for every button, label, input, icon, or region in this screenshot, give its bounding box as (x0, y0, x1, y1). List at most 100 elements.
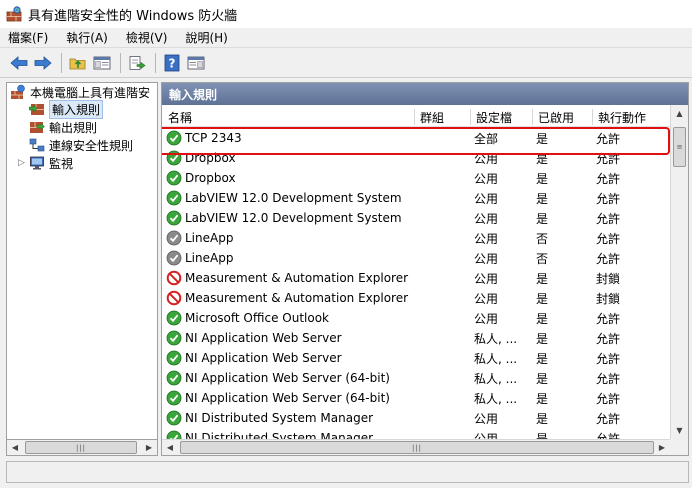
tree-root-local-computer[interactable]: 本機電腦上具有進階安 (10, 83, 150, 101)
rule-enabled: 是 (536, 271, 549, 286)
tree-item-outbound-rules[interactable]: 輸出規則 (29, 118, 97, 136)
scroll-right-arrow-icon[interactable]: ▶ (141, 440, 157, 455)
table-row[interactable]: NI Application Web Server (64-bit) 私人, ..… (162, 388, 670, 408)
scrollbar-thumb[interactable]: ||| (180, 441, 654, 454)
rule-name: NI Application Web Server (64-bit) (185, 391, 390, 405)
column-header-name[interactable]: 名稱 (162, 107, 414, 127)
toolbar-separator (155, 52, 156, 73)
rule-profile: 公用 (474, 311, 499, 326)
table-row[interactable]: Microsoft Office Outlook 公用 是 允許 (162, 308, 670, 328)
menu-action[interactable]: 執行(A) (66, 29, 108, 46)
menu-view[interactable]: 檢視(V) (126, 29, 168, 46)
allow-disabled-icon (166, 250, 182, 266)
rule-name-cell: LineApp (166, 228, 233, 248)
back-button[interactable] (8, 52, 30, 74)
table-row[interactable]: LabVIEW 12.0 Development System 公用 是 允許 (162, 208, 670, 228)
rule-profile: 私人, ... (474, 331, 518, 346)
rule-profile: 公用 (474, 191, 499, 206)
rule-enabled: 是 (536, 291, 549, 306)
help-icon: ? (164, 54, 180, 71)
console-tree: 本機電腦上具有進階安 輸入規則 輸出規則 連線安全性規則 ▷ 監視 (6, 82, 158, 456)
tree-item-connection-security-rules[interactable]: 連線安全性規則 (29, 136, 133, 154)
tree-item-monitoring[interactable]: 監視 (29, 154, 73, 172)
scrollbar-corner (670, 439, 688, 455)
up-one-level-button[interactable] (67, 52, 89, 74)
table-row[interactable]: Measurement & Automation Explorer 公用 是 封鎖 (162, 288, 670, 308)
scrollbar-thumb[interactable]: ||| (25, 441, 137, 454)
rule-name: Dropbox (185, 171, 236, 185)
column-header-profile[interactable]: 設定檔 (470, 107, 532, 127)
table-row[interactable]: Dropbox 公用 是 允許 (162, 168, 670, 188)
expand-arrow-icon[interactable]: ▷ (18, 158, 25, 168)
rule-action: 允許 (596, 371, 621, 386)
tree-item-label: 監視 (49, 156, 74, 171)
rule-name: LabVIEW 12.0 Development System (185, 191, 402, 205)
rule-action: 允許 (596, 391, 621, 406)
rules-vertical-scrollbar[interactable]: ▲ ≡ ▼ (670, 105, 688, 439)
rule-name-cell: NI Application Web Server (64-bit) (166, 368, 390, 388)
rule-action: 允許 (596, 331, 621, 346)
table-row[interactable]: LineApp 公用 否 允許 (162, 248, 670, 268)
rule-enabled: 是 (536, 371, 549, 386)
menu-file[interactable]: 檔案(F) (8, 29, 48, 46)
rule-name: NI Application Web Server (64-bit) (185, 371, 390, 385)
rule-action: 允許 (596, 351, 621, 366)
rule-profile: 公用 (474, 411, 499, 426)
scroll-left-arrow-icon[interactable]: ◀ (7, 440, 23, 455)
block-icon (166, 270, 182, 286)
menu-help[interactable]: 說明(H) (185, 29, 227, 46)
column-header-action[interactable]: 執行動作 (592, 107, 670, 127)
table-row[interactable]: NI Application Web Server 私人, ... 是 允許 (162, 348, 670, 368)
window-title: 具有進階安全性的 Windows 防火牆 (28, 8, 238, 24)
rule-name-cell: Dropbox (166, 168, 236, 188)
rule-action: 允許 (596, 311, 621, 326)
pane-title: 輸入規則 (162, 83, 688, 105)
table-row[interactable]: LabVIEW 12.0 Development System 公用 是 允許 (162, 188, 670, 208)
allow-enabled-icon (166, 170, 182, 186)
rule-action: 封鎖 (596, 291, 621, 306)
rule-action: 允許 (596, 251, 621, 266)
export-list-button[interactable] (126, 52, 148, 74)
show-hide-tree-icon (93, 56, 111, 69)
show-hide-action-pane-button[interactable] (185, 52, 207, 74)
rule-name: LineApp (185, 231, 234, 245)
up-folder-icon (69, 58, 86, 69)
rule-name: LineApp (185, 251, 234, 265)
rule-action: 允許 (596, 211, 621, 226)
scroll-left-arrow-icon[interactable]: ◀ (162, 440, 178, 455)
show-hide-console-tree-button[interactable] (91, 52, 113, 74)
rule-profile: 公用 (474, 271, 499, 286)
rule-action: 允許 (596, 231, 621, 246)
scroll-right-arrow-icon[interactable]: ▶ (654, 440, 670, 455)
table-row[interactable]: NI Distributed System Manager 公用 是 允許 (162, 408, 670, 428)
scrollbar-thumb[interactable]: ≡ (673, 127, 686, 167)
help-button[interactable]: ? (161, 52, 183, 74)
connection-security-icon (29, 138, 45, 152)
column-header-group[interactable]: 群組 (414, 107, 470, 127)
rule-name: Measurement & Automation Explorer (185, 291, 409, 305)
rule-profile: 公用 (474, 291, 499, 306)
table-row[interactable]: Measurement & Automation Explorer 公用 是 封鎖 (162, 268, 670, 288)
scroll-up-arrow-icon[interactable]: ▲ (671, 105, 688, 122)
rule-name: Measurement & Automation Explorer (185, 271, 409, 285)
table-row[interactable]: NI Application Web Server 私人, ... 是 允許 (162, 328, 670, 348)
rules-horizontal-scrollbar[interactable]: ◀ ||| ▶ (162, 439, 670, 455)
tree-horizontal-scrollbar[interactable]: ◀ ||| ▶ (6, 439, 158, 456)
rule-profile: 私人, ... (474, 391, 518, 406)
table-row[interactable]: LineApp 公用 否 允許 (162, 228, 670, 248)
monitoring-icon (30, 156, 44, 170)
scroll-down-arrow-icon[interactable]: ▼ (671, 422, 688, 439)
forward-arrow-icon (34, 55, 52, 70)
inbound-rules-icon (29, 104, 44, 115)
rule-profile: 公用 (474, 171, 499, 186)
forward-button[interactable] (32, 52, 54, 74)
toolbar-separator (61, 52, 62, 73)
rule-action: 允許 (596, 411, 621, 426)
table-row[interactable]: NI Application Web Server (64-bit) 私人, ..… (162, 368, 670, 388)
allow-enabled-icon (166, 370, 182, 386)
rule-enabled: 是 (536, 331, 549, 346)
column-header-enabled[interactable]: 已啟用 (532, 107, 592, 127)
tree-item-inbound-rules[interactable]: 輸入規則 (29, 99, 104, 119)
highlight-box (162, 127, 670, 155)
rule-profile: 公用 (474, 231, 499, 246)
